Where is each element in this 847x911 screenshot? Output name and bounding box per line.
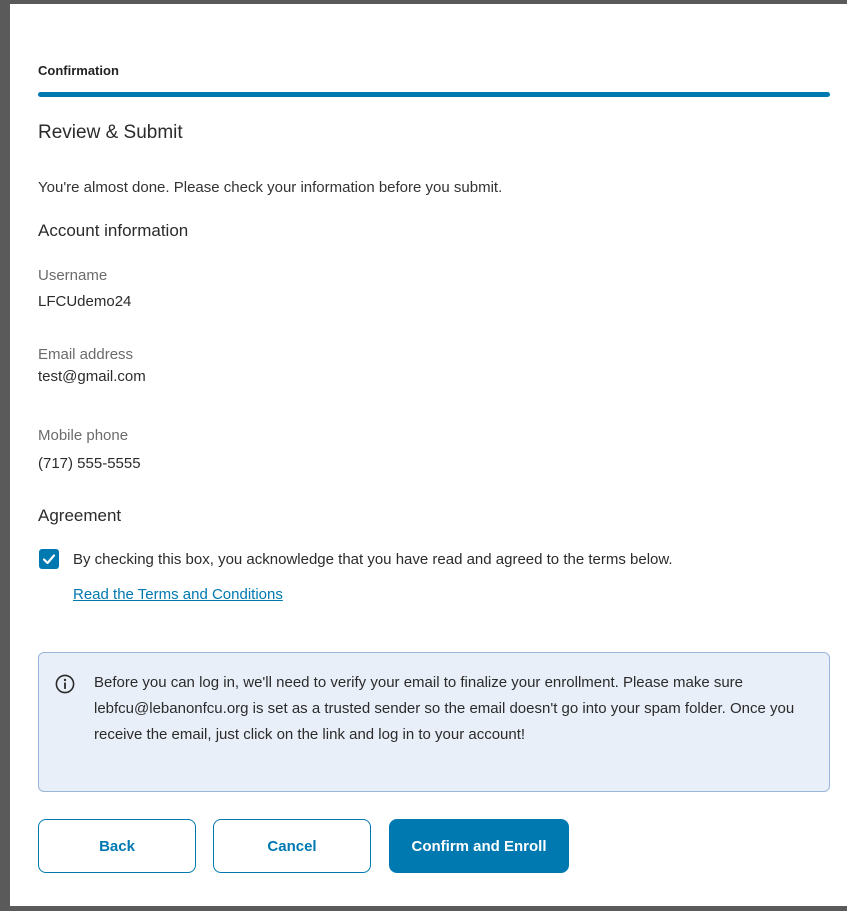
agreement-checkbox[interactable] [39, 549, 59, 569]
username-value: LFCUdemo24 [38, 293, 132, 310]
phone-value: (717) 555-5555 [38, 455, 141, 472]
agreement-heading: Agreement [38, 506, 122, 525]
info-icon [55, 674, 75, 694]
back-button[interactable]: Back [38, 819, 196, 873]
email-label: Email address [38, 346, 134, 363]
step-label: Confirmation [38, 63, 119, 78]
page-title: Review & Submit [38, 122, 183, 143]
notice-text: Before you can log in, we'll need to ver… [94, 674, 795, 743]
phone-label: Mobile phone [38, 427, 129, 444]
enrollment-dialog: Confirmation Review & Submit You're almo… [10, 4, 847, 906]
confirm-and-enroll-button[interactable]: Confirm and Enroll [389, 819, 569, 873]
checkmark-icon [42, 554, 56, 565]
agreement-text: By checking this box, you acknowledge th… [73, 551, 673, 568]
terms-and-conditions-link[interactable]: Read the Terms and Conditions [73, 586, 283, 603]
verification-notice: Before you can log in, we'll need to ver… [38, 652, 830, 792]
progress-bar [38, 92, 830, 97]
username-label: Username [38, 267, 108, 284]
cancel-button[interactable]: Cancel [213, 819, 371, 873]
intro-text: You're almost done. Please check your in… [38, 179, 503, 196]
account-information-heading: Account information [38, 221, 189, 240]
email-value: test@gmail.com [38, 368, 146, 385]
